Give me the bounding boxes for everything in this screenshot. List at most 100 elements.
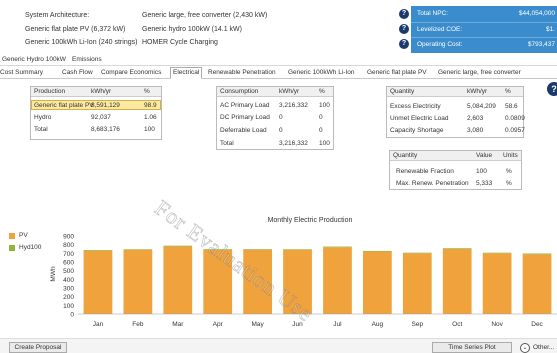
x-tick-label: Dec xyxy=(531,321,543,328)
cell-label: AC Primary Load xyxy=(220,102,270,109)
table-header: Quantity kWh/yr % xyxy=(387,87,523,97)
column-header: Value xyxy=(476,152,493,159)
bar-hyd100-sep xyxy=(402,252,432,254)
y-tick-label: 900 xyxy=(63,234,74,241)
cell-value: 92,037 xyxy=(91,114,111,121)
renewable-table: Quantity Value Units Renewable Fraction … xyxy=(389,150,522,190)
x-tick-label: Mar xyxy=(172,321,184,328)
chart-bars xyxy=(83,245,552,314)
column-header: % xyxy=(144,88,150,95)
table-row[interactable]: Deferrable Load 0 0 xyxy=(217,126,333,136)
table-row[interactable]: Excess Electricity 5,084,209 58.6 xyxy=(387,102,523,112)
create-proposal-button[interactable]: Create Proposal xyxy=(9,342,67,353)
time-series-plot-button[interactable]: Time Series Plot xyxy=(432,342,512,353)
bar-pv-aug xyxy=(363,251,392,314)
cell-value: 0.0809 xyxy=(505,115,525,122)
operating-cost-row: Operating Cost: $793,437 xyxy=(411,37,557,52)
cell-value: 0 xyxy=(279,114,283,121)
table-row[interactable]: Total 8,683,176 100 xyxy=(31,125,161,135)
chart-title: Monthly Electric Production xyxy=(268,217,353,224)
cell-label: Deferrable Load xyxy=(220,127,267,134)
coe-label: Levelized COE: xyxy=(417,26,463,33)
y-tick-label: 300 xyxy=(63,286,74,293)
cell-value: 0.0957 xyxy=(505,127,525,134)
x-tick-label: May xyxy=(251,321,264,328)
tab-renewable-penetration[interactable]: Renewable Penetration xyxy=(206,68,278,77)
cell-value: 2,603 xyxy=(467,115,484,122)
x-tick-label: Aug xyxy=(372,321,384,328)
help-icon[interactable]: ? xyxy=(399,24,409,34)
help-icon[interactable]: ? xyxy=(547,82,557,96)
bar-pv-dec xyxy=(522,254,552,314)
y-tick-label: 500 xyxy=(63,268,74,275)
cell-value: 100 xyxy=(144,126,155,133)
tab-bar-main: Cost Summary Cash Flow Compare Economics… xyxy=(0,67,557,79)
consumption-table: Consumption kWh/yr % AC Primary Load 3,2… xyxy=(216,86,334,150)
tab-flat-plate-pv[interactable]: Generic flat plate PV xyxy=(365,68,429,77)
table-row[interactable]: Renewable Fraction 100 % xyxy=(390,167,521,177)
column-header: % xyxy=(319,88,325,95)
bar-pv-jan xyxy=(83,250,113,314)
help-icon[interactable]: ? xyxy=(399,39,409,49)
cell-value: 100 xyxy=(319,140,330,147)
cell-value: % xyxy=(506,180,512,187)
y-tick-label: 0 xyxy=(70,312,74,319)
cell-label: Total xyxy=(34,126,48,133)
help-icon[interactable]: ? xyxy=(399,9,409,19)
table-header: Consumption kWh/yr % xyxy=(217,87,333,97)
cell-label: Renewable Fraction xyxy=(396,168,454,175)
x-tick-label: Jul xyxy=(333,321,342,328)
component-pv: Generic flat plate PV (6,372 kW) xyxy=(25,26,126,33)
total-npc-label: Total NPC: xyxy=(417,10,449,17)
column-header: Units xyxy=(503,152,518,159)
bar-hyd100-jun xyxy=(283,249,312,250)
table-row[interactable]: Total 3,216,332 100 xyxy=(217,139,333,149)
table-row[interactable]: Unmet Electric Load 2,603 0.0809 xyxy=(387,114,525,124)
y-axis-ticks: 900800 700 600500 400 300200 100 0 xyxy=(63,234,74,319)
tab-emissions[interactable]: Emissions xyxy=(70,55,104,64)
cell-label: Capacity Shortage xyxy=(390,127,444,134)
tab-cost-summary[interactable]: Cost Summary xyxy=(0,68,45,77)
y-tick-label: 800 xyxy=(63,242,74,249)
table-row[interactable]: AC Primary Load 3,216,332 100 xyxy=(217,101,333,111)
operating-cost-label: Operating Cost: xyxy=(417,41,463,48)
cell-label: DC Primary Load xyxy=(220,114,270,121)
cell-value: 3,216,332 xyxy=(279,102,308,109)
table-header: Quantity Value Units xyxy=(390,151,521,161)
bar-hyd100-aug xyxy=(363,250,392,252)
cell-value: 8,591,129 xyxy=(91,102,120,109)
total-npc-row: Total NPC: $44,054,000 xyxy=(411,7,557,22)
tab-bar-secondary: Generic Hydro 100kW Emissions xyxy=(0,54,557,66)
x-tick-label: Oct xyxy=(452,321,462,328)
x-tick-label: Apr xyxy=(213,321,224,328)
table-row[interactable]: Capacity Shortage 3,080 0.0957 xyxy=(387,126,525,136)
component-dispatch: HOMER Cycle Charging xyxy=(142,39,218,46)
tab-cash-flow[interactable]: Cash Flow xyxy=(60,68,95,77)
chevron-down-icon[interactable]: ⌄ xyxy=(520,343,530,353)
other-link[interactable]: Other... xyxy=(533,344,554,351)
cell-value: 5,333 xyxy=(476,180,493,187)
bar-hyd100-may xyxy=(243,249,272,250)
x-tick-label: Feb xyxy=(132,321,144,328)
table-row[interactable]: Hydro 92,037 1.06 xyxy=(31,113,161,123)
tab-generic-hydro[interactable]: Generic Hydro 100kW xyxy=(0,55,68,64)
table-row[interactable]: DC Primary Load 0 0 xyxy=(217,113,333,123)
tab-li-ion[interactable]: Generic 100kWh Li-Ion xyxy=(286,68,356,77)
bar-pv-sep xyxy=(402,253,432,314)
cell-label: Excess Electricity xyxy=(390,103,441,110)
column-header: kWh/yr xyxy=(91,88,112,95)
tab-compare-economics[interactable]: Compare Economics xyxy=(99,68,163,77)
tab-electrical[interactable]: Electrical xyxy=(170,67,203,79)
tab-converter[interactable]: Generic large, free converter xyxy=(436,68,523,77)
table-row[interactable]: Generic flat plate PV 8,591,129 98.9 xyxy=(31,100,161,110)
y-tick-label: 400 xyxy=(63,277,74,284)
bar-pv-mar xyxy=(163,246,193,314)
bar-hyd100-jul xyxy=(323,246,352,248)
bar-pv-jul xyxy=(323,247,352,314)
production-table: Production kWh/yr % Generic flat plate P… xyxy=(30,86,162,140)
system-architecture-label: System Architecture: xyxy=(25,12,90,19)
bar-pv-feb xyxy=(123,249,153,314)
table-header: Production kWh/yr % xyxy=(31,87,161,97)
table-row[interactable]: Max. Renew. Penetration 5,333 % xyxy=(390,179,521,189)
cell-label: Total xyxy=(220,140,234,147)
